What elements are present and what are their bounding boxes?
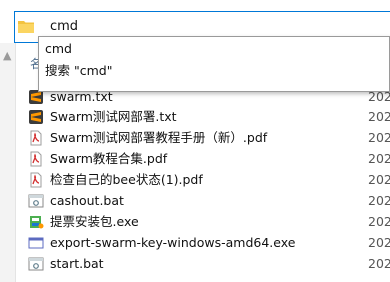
file-name: start.bat xyxy=(50,256,104,271)
file-date: 202 xyxy=(368,256,390,271)
file-date: 202 xyxy=(368,130,390,145)
file-name: 检查自己的bee状态(1).pdf xyxy=(50,172,203,187)
autocomplete-dropdown: cmd 搜索 "cmd" xyxy=(38,36,390,92)
pdf-icon xyxy=(30,172,42,188)
file-row[interactable]: 检查自己的bee状态(1).pdf 202 xyxy=(28,169,390,190)
file-name: 提票安装包.exe xyxy=(50,214,139,229)
file-date: 202 xyxy=(368,172,390,187)
file-date: 202 xyxy=(368,109,390,124)
file-date: 202 xyxy=(368,193,390,208)
pdf-icon xyxy=(30,151,42,167)
file-row[interactable]: export-swarm-key-windows-amd64.exe 202 xyxy=(28,232,390,253)
batch-file-icon xyxy=(28,194,44,208)
file-name: export-swarm-key-windows-amd64.exe xyxy=(50,235,296,250)
folder-icon xyxy=(18,21,34,33)
file-name: Swarm测试网部署教程手册（新）.pdf xyxy=(50,130,268,145)
file-row[interactable]: Swarm教程合集.pdf 202 xyxy=(28,148,390,169)
file-row[interactable]: cashout.bat 202 xyxy=(28,190,390,211)
collapse-arrow-icon[interactable]: ▲ xyxy=(3,49,11,62)
sublime-text-icon xyxy=(29,110,43,124)
file-row[interactable]: 提票安装包.exe 202 xyxy=(28,211,390,232)
file-row[interactable]: Swarm测试网部署.txt 202 xyxy=(28,106,390,127)
suggestion-search-item[interactable]: 搜索 "cmd" xyxy=(45,60,112,79)
file-date: 202 xyxy=(368,151,390,166)
file-date: 202 xyxy=(368,214,390,229)
suggestion-item[interactable]: cmd xyxy=(45,41,72,56)
executable-icon xyxy=(28,237,44,249)
nav-pane-strip: ▲ xyxy=(0,43,16,282)
file-name: Swarm测试网部署.txt xyxy=(50,109,177,124)
batch-file-icon xyxy=(28,257,44,271)
file-row[interactable]: start.bat 202 xyxy=(28,253,390,274)
file-name: cashout.bat xyxy=(50,193,124,208)
pdf-icon xyxy=(30,130,42,146)
file-row[interactable]: Swarm测试网部署教程手册（新）.pdf 202 xyxy=(28,127,390,148)
file-date: 202 xyxy=(368,235,390,250)
file-name: Swarm教程合集.pdf xyxy=(50,151,168,166)
installer-icon xyxy=(30,216,44,229)
